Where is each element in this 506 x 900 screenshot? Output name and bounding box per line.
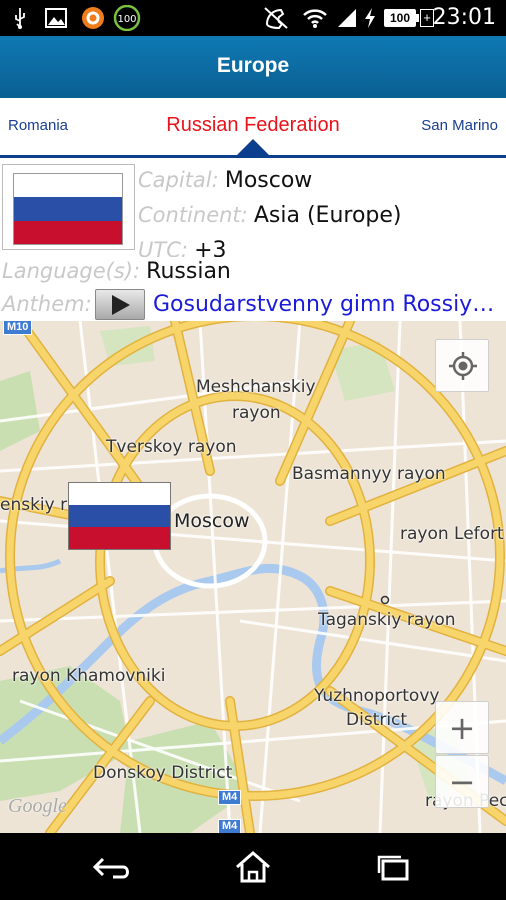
map-label-basmannyy: Basmannyy rayon xyxy=(292,464,446,484)
avast-icon xyxy=(80,6,106,30)
google-attribution: Google xyxy=(8,795,67,817)
capital-row: Capital: Moscow xyxy=(138,167,312,193)
highway-badge-m4: M4 xyxy=(218,790,242,805)
tab-previous-country[interactable]: Romania xyxy=(8,98,68,155)
map-view[interactable]: M10 M4 M4 Meshchanskiy rayon Tverskoy ra… xyxy=(0,321,506,833)
map-label-yuzhnoportovy-district: District xyxy=(346,710,408,730)
charging-icon xyxy=(362,6,378,30)
back-button[interactable] xyxy=(83,845,143,889)
back-icon xyxy=(92,857,129,879)
battery-tip xyxy=(416,14,419,22)
highway-badge-m4-lower: M4 xyxy=(218,819,242,833)
recent-apps-button[interactable] xyxy=(363,845,423,889)
zoom-out-button[interactable]: − xyxy=(435,755,489,808)
utc-value: +3 xyxy=(194,238,227,257)
minus-icon: − xyxy=(448,763,476,801)
country-info: Capital: Moscow Continent: Asia (Europe)… xyxy=(0,161,506,321)
map-label-taganskiy: Taganskiy rayon xyxy=(318,610,456,630)
continent-row: Continent: Asia (Europe) xyxy=(138,202,402,228)
russia-flag-icon xyxy=(13,173,123,245)
home-icon xyxy=(236,851,270,883)
capital-value: Moscow xyxy=(224,168,313,193)
navigation-bar xyxy=(0,833,506,900)
play-icon xyxy=(112,295,130,315)
zoom-in-button[interactable]: + xyxy=(435,701,489,754)
language-label: Language(s): xyxy=(2,259,141,283)
home-button[interactable] xyxy=(223,845,283,889)
play-anthem-button[interactable] xyxy=(95,289,145,320)
usb-icon xyxy=(12,6,28,30)
signal-icon xyxy=(336,6,358,30)
country-tabs: Russian Federation Romania San Marino xyxy=(0,98,506,158)
map-label-khamovniki: rayon Khamovniki xyxy=(12,666,166,686)
continent-label: Continent: xyxy=(138,203,248,227)
battery-widget-icon: 100 xyxy=(113,5,141,31)
map-background xyxy=(0,321,506,833)
map-label-meshchanskiy-rayon: rayon xyxy=(232,403,281,423)
anthem-label: Anthem: xyxy=(2,292,92,316)
map-label-meshchanskiy: Meshchanskiy xyxy=(196,377,316,397)
action-bar: Europe xyxy=(0,36,506,98)
page-title: Europe xyxy=(216,54,290,77)
map-label-yuzhnoportovy: Yuzhnoportovy xyxy=(314,686,440,706)
recent-apps-icon xyxy=(377,855,409,881)
no-sim-call-icon xyxy=(262,6,290,30)
map-label-moscow: Moscow xyxy=(174,510,250,532)
tab-next-country[interactable]: San Marino xyxy=(421,98,498,155)
clock: 23:01 xyxy=(432,5,496,30)
utc-row: UTC: +3 xyxy=(138,237,227,257)
continent-value: Asia (Europe) xyxy=(253,203,402,228)
language-value: Russian xyxy=(146,259,231,284)
status-bar: 100 100 + 23:01 xyxy=(0,0,506,36)
crosshair-icon xyxy=(449,352,477,380)
image-icon xyxy=(44,6,68,30)
language-row: Language(s): Russian xyxy=(2,258,231,284)
battery-widget-text: 100 xyxy=(117,14,136,25)
highway-badge-m10: M10 xyxy=(3,321,33,335)
capital-label: Capital: xyxy=(138,168,219,192)
map-label-donskoy: Donskoy District xyxy=(93,763,233,783)
wifi-icon xyxy=(302,6,328,30)
utc-label: UTC: xyxy=(138,238,188,257)
map-label-lefortovo: rayon Lefort xyxy=(400,524,504,544)
my-location-button[interactable] xyxy=(435,339,489,392)
plus-icon: + xyxy=(448,709,476,747)
tab-indicator xyxy=(237,139,269,155)
anthem-link[interactable]: Gosudarstvenny gimn Rossiy… xyxy=(153,292,503,317)
map-label-tverskoy: Tverskoy rayon xyxy=(106,437,237,457)
map-marker-russia-flag-icon[interactable] xyxy=(68,482,171,550)
country-flag-frame xyxy=(2,164,135,250)
screen: 100 100 + 23:01 Europe Russian Federatio… xyxy=(0,0,506,900)
battery-icon: 100 xyxy=(384,9,416,27)
